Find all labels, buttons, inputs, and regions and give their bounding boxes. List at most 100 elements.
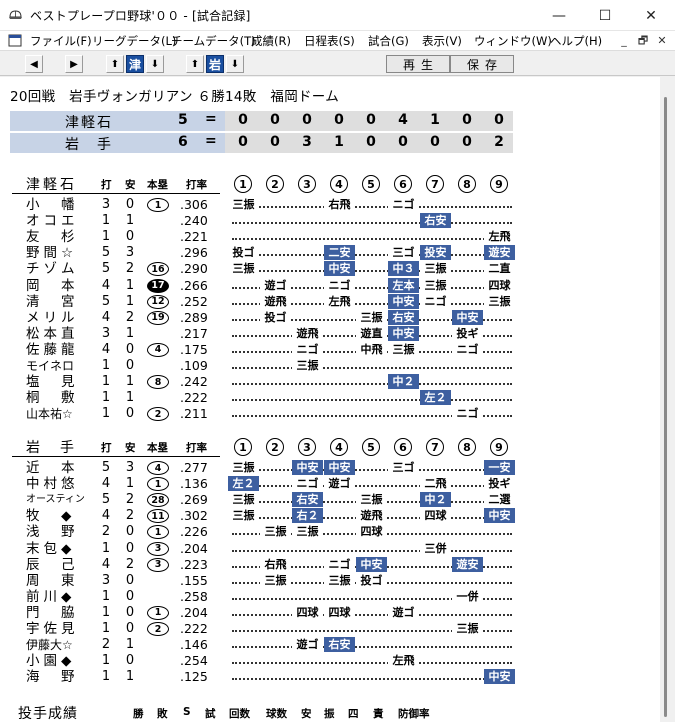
team2-up-button[interactable]: ⬆ bbox=[186, 55, 204, 73]
batter-hits: 1 bbox=[125, 293, 135, 309]
pitching-col: 四 bbox=[348, 708, 359, 720]
batter-row[interactable]: 中村悠 4 1 1.136 左２ ニゴ 遊ゴ 二飛 投ギ bbox=[0, 476, 660, 492]
at-bat-out: ニゴ bbox=[452, 341, 483, 357]
batter-hits: 0 bbox=[125, 572, 135, 588]
close-button[interactable]: ✕ bbox=[628, 0, 674, 31]
batter-row[interactable]: 清 宮 5 1 12 .252 遊飛 左飛 中安 ニゴ 三振 bbox=[0, 293, 660, 310]
batter-row[interactable]: 野間☆ 5 3 .296 投ゴ 二安 三ゴ 投安 遊安 bbox=[0, 245, 660, 261]
at-bat-hit: 中安 bbox=[452, 309, 483, 325]
play-button[interactable]: 再生 bbox=[386, 55, 450, 73]
at-bat-hit: 中安 bbox=[356, 556, 387, 572]
batter-row[interactable]: 桐 敷 1 1 .222 左２ bbox=[0, 390, 660, 406]
menu-league-data[interactable]: リーグデータ(L) bbox=[92, 33, 176, 49]
batter-row[interactable]: メリル 4 2 19 .289 投ゴ 三振 右安 中安 bbox=[0, 309, 660, 326]
batter-row[interactable]: 松本直 3 1 .217 遊飛 遊直 中安 投ギ bbox=[0, 325, 660, 342]
batter-row[interactable]: 前川◆ 1 0 .258 一併 bbox=[0, 588, 660, 605]
batter-row[interactable]: 宇佐見 1 0 2 .222 三振 bbox=[0, 621, 660, 637]
at-bat-out: 三振 bbox=[228, 508, 259, 524]
prev-game-button[interactable]: ◀ bbox=[25, 55, 43, 73]
menu-help[interactable]: ヘルプ(H) bbox=[550, 33, 602, 49]
batter-at-bats: 1 bbox=[101, 588, 111, 604]
team1-down-button[interactable]: ⬇ bbox=[146, 55, 164, 73]
batter-average: .306 bbox=[180, 197, 208, 212]
batter-row[interactable]: 牧 ◆ 4 2 11 .302 三振 右２ 遊飛 四球 中安 bbox=[0, 508, 660, 524]
at-bat-out: 三ゴ bbox=[388, 245, 419, 261]
batter-row[interactable]: 近 本 5 3 4 .277 三振 中安 中安 三ゴ 一安 bbox=[0, 460, 660, 476]
batter-home-runs: 16 bbox=[147, 262, 169, 277]
batter-row[interactable]: 小 幡 3 0 1 .306 三振 右飛 ニゴ bbox=[0, 197, 660, 213]
batter-at-bats: 1 bbox=[101, 390, 111, 406]
batter-row[interactable]: 小園◆ 1 0 .254 左飛 bbox=[0, 653, 660, 669]
batter-average: .296 bbox=[180, 245, 208, 261]
batter-name: 小 幡 bbox=[26, 197, 79, 213]
batter-row[interactable]: 伊藤大☆ 2 1 .146 遊ゴ 右安 bbox=[0, 637, 660, 653]
line-score-equals: = bbox=[205, 111, 217, 127]
minimize-button[interactable]: — bbox=[536, 0, 582, 31]
batter-home-runs: 12 bbox=[147, 294, 169, 309]
menu-view[interactable]: 表示(V) bbox=[422, 33, 462, 49]
batter-at-bats: 1 bbox=[101, 604, 111, 620]
at-bat-hit: 右安 bbox=[388, 309, 419, 325]
mdi-restore-button[interactable]: 🗗 bbox=[634, 33, 652, 48]
menu-team-data[interactable]: チームデータ(T) bbox=[171, 33, 256, 49]
batter-row[interactable]: オースティン 5 2 28 .269 三振 右安 三振 中２ 二選 bbox=[0, 492, 660, 508]
batter-row[interactable]: 浅 野 2 0 1 .226 三振 三振 四球 bbox=[0, 524, 660, 540]
batter-row[interactable]: 海 野 1 1 .125 中安 bbox=[0, 669, 660, 685]
at-bat-out: 右飛 bbox=[324, 197, 355, 212]
vertical-scrollbar[interactable] bbox=[660, 77, 675, 722]
batter-row[interactable]: 岡 本 4 1 17 .266 遊ゴ ニゴ 左本 三振 四球 bbox=[0, 277, 660, 294]
arrow-down-icon: ⬇ bbox=[150, 58, 160, 70]
line-score-team: 津軽石 bbox=[65, 115, 113, 131]
batter-hits: 0 bbox=[125, 588, 135, 604]
at-bat-out: 遊ゴ bbox=[388, 604, 419, 620]
batter-row[interactable]: チゾム 5 2 16.290 三振 中安 中３ 三振 二直 bbox=[0, 261, 660, 277]
at-bat-out: 三振 bbox=[484, 293, 515, 309]
batter-row[interactable]: 周 東 3 0.155 三振 三振 投ゴ bbox=[0, 572, 660, 589]
save-button[interactable]: 保存 bbox=[450, 55, 514, 73]
batter-home-runs: 1 bbox=[147, 605, 169, 620]
col-batting-average: 打率 bbox=[186, 442, 207, 454]
batter-row[interactable]: 門 脇 1 0 1 .204 四球 四球 遊ゴ bbox=[0, 604, 660, 621]
batter-hits: 1 bbox=[125, 669, 135, 685]
mdi-close-button[interactable]: ✕ bbox=[653, 33, 671, 48]
at-bat-out: 三併 bbox=[420, 540, 451, 556]
line-score-inning-runs: 3 bbox=[302, 134, 312, 150]
team2-down-button[interactable]: ⬇ bbox=[226, 55, 244, 73]
menu-records[interactable]: 成績(R) bbox=[251, 33, 291, 49]
batter-row[interactable]: 辰 己 4 2 3 .223 右飛 ニゴ 中安 遊安 bbox=[0, 556, 660, 573]
menu-window[interactable]: ウィンドウ(W) bbox=[474, 33, 552, 49]
batter-row[interactable]: 末包◆ 1 0 3 .204 三併 bbox=[0, 540, 660, 557]
minimize-icon: — bbox=[552, 7, 566, 24]
team-underline bbox=[12, 456, 220, 457]
batter-home-runs: 8 bbox=[147, 375, 169, 390]
batter-hits: 1 bbox=[125, 637, 135, 653]
at-bat-leader-line bbox=[232, 662, 512, 665]
team2-selector[interactable]: 岩 bbox=[206, 55, 224, 73]
pitching-header: 投手成績 勝 敗 S 試 回数 球数 安振 四 責 防御率 bbox=[0, 703, 660, 722]
team1-up-button[interactable]: ⬆ bbox=[106, 55, 124, 73]
batter-at-bats: 5 bbox=[101, 293, 111, 309]
batter-row[interactable]: 塩 見 1 1 8.242 中２ bbox=[0, 374, 660, 390]
batter-row[interactable]: オコエ 1 1 .240 右安 bbox=[0, 213, 660, 229]
at-bat-hit: 右２ bbox=[292, 508, 323, 524]
batter-row[interactable]: モイネロ 1 0 .109 三振 bbox=[0, 358, 660, 374]
at-bat-out: 投ゴ bbox=[228, 245, 259, 261]
batter-row[interactable]: 友 杉 1 0 .221 左飛 bbox=[0, 229, 660, 245]
batter-hits: 0 bbox=[125, 358, 135, 373]
menu-game[interactable]: 試合(G) bbox=[368, 33, 409, 49]
batter-row[interactable]: 佐藤龍 4 0 4 .175 ニゴ 中飛 三振 ニゴ bbox=[0, 341, 660, 358]
next-game-button[interactable]: ▶ bbox=[65, 55, 83, 73]
scrollbar-thumb[interactable] bbox=[664, 97, 667, 717]
title-bar: ベストプレープロ野球'００ - [試合記録] — ☐ ✕ bbox=[0, 0, 675, 31]
at-bat-out: 二直 bbox=[484, 261, 515, 277]
pitching-col: 球数 bbox=[266, 708, 287, 720]
menu-schedule[interactable]: 日程表(S) bbox=[304, 33, 355, 49]
mdi-minimize-button[interactable]: _ bbox=[615, 33, 633, 48]
menu-file[interactable]: ファイル(F) bbox=[30, 33, 92, 49]
document-icon[interactable] bbox=[8, 34, 22, 47]
team1-selector[interactable]: 津 bbox=[126, 55, 144, 73]
game-record-view: 20回戦 岩手ヴォンガリアン ６勝14敗 福岡ドーム 津軽石 5 = 0 0 0 0 0 4 1 0… bbox=[0, 77, 660, 722]
maximize-button[interactable]: ☐ bbox=[582, 0, 628, 31]
batter-row[interactable]: 山本祐☆ 1 0 2 .211 ニゴ bbox=[0, 406, 660, 422]
batter-average: .217 bbox=[180, 325, 208, 341]
